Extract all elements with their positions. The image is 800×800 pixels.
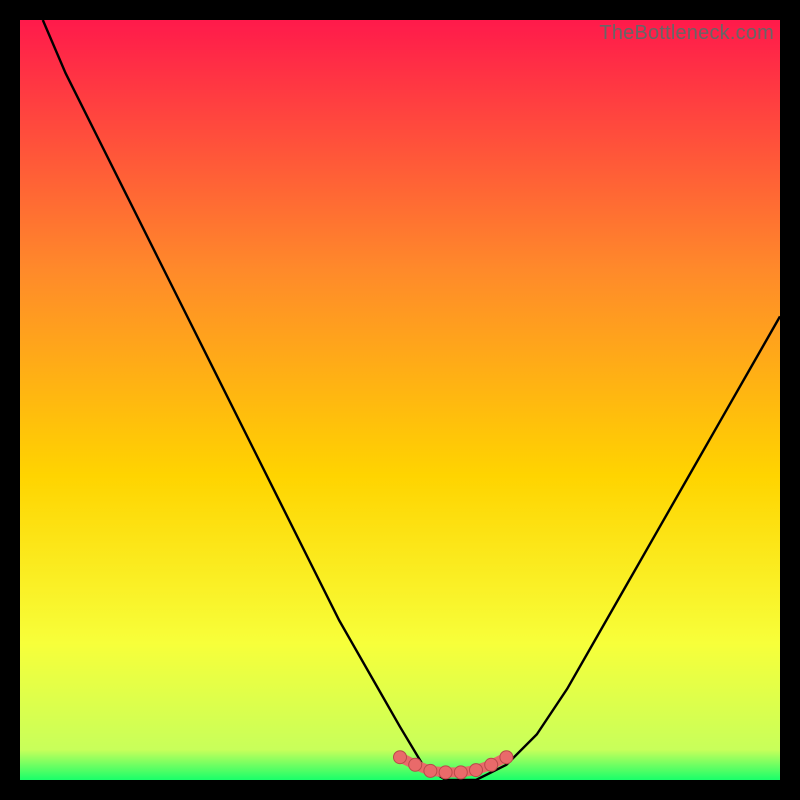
gradient-background — [20, 20, 780, 780]
optimal-range-marker — [424, 764, 437, 777]
optimal-range-marker — [500, 751, 513, 764]
chart-frame: TheBottleneck.com — [20, 20, 780, 780]
optimal-range-marker — [454, 766, 467, 779]
watermark-text: TheBottleneck.com — [599, 22, 774, 45]
optimal-range-marker — [470, 764, 483, 777]
optimal-range-marker — [394, 751, 407, 764]
chart-svg — [20, 20, 780, 780]
optimal-range-marker — [409, 758, 422, 771]
optimal-range-marker — [439, 766, 452, 779]
optimal-range-marker — [485, 758, 498, 771]
